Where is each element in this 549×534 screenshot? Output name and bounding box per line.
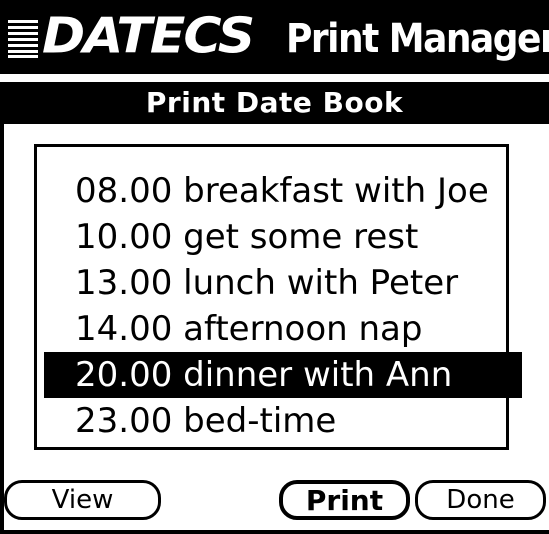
company-name: DATECS: [42, 8, 255, 65]
date-book-list[interactable]: 08.00 breakfast with Joe 10.00 get some …: [34, 144, 522, 450]
list-item-event-2000-selected[interactable]: 20.00 dinner with Ann: [44, 352, 522, 398]
list-item-event-1300[interactable]: 13.00 lunch with Peter: [37, 260, 506, 306]
done-button[interactable]: Done: [415, 480, 546, 520]
list-item-event-1400[interactable]: 14.00 afternoon nap: [37, 306, 506, 352]
dialog-bottom-border: [0, 530, 549, 534]
event-list: 08.00 breakfast with Joe 10.00 get some …: [37, 168, 522, 444]
dialog-frame-edge: [0, 124, 4, 534]
datecs-logo-icon: [8, 20, 38, 58]
list-item-event-1000[interactable]: 10.00 get some rest: [37, 214, 506, 260]
product-name: Print Manager: [286, 16, 549, 62]
view-button[interactable]: View: [4, 480, 161, 520]
dialog-title: Print Date Book: [0, 82, 549, 124]
print-button[interactable]: Print: [279, 480, 410, 520]
list-item-event-2300[interactable]: 23.00 bed-time: [37, 398, 506, 444]
app-header: DATECS Print Manager: [0, 0, 549, 74]
list-item-event-0800[interactable]: 08.00 breakfast with Joe: [37, 168, 506, 214]
